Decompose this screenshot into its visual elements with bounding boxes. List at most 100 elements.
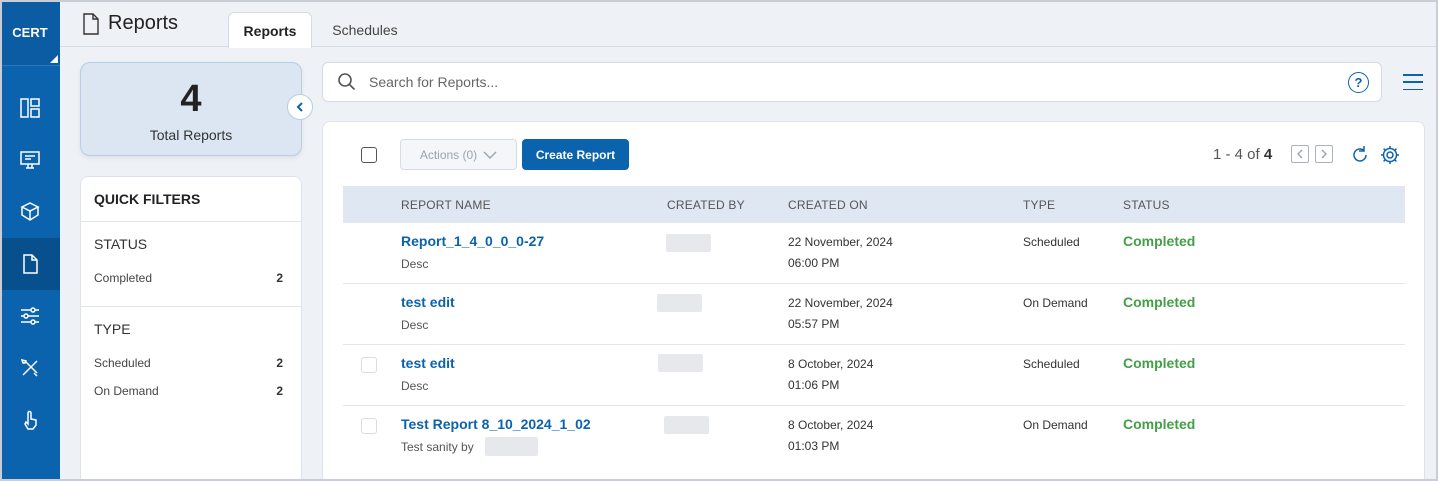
sliders-icon [21, 307, 39, 325]
select-all-checkbox[interactable] [361, 147, 377, 163]
page-title: Reports [82, 12, 178, 35]
created-by-redacted [664, 416, 709, 434]
actions-dropdown[interactable]: Actions (0) [400, 139, 517, 170]
column-header-status[interactable]: STATUS [1123, 198, 1170, 212]
gear-icon [1381, 146, 1399, 164]
filter-count: 2 [276, 356, 283, 370]
document-icon [83, 12, 99, 35]
status-badge: Completed [1123, 294, 1196, 310]
nav-monitor[interactable] [0, 134, 60, 186]
page-header: Reports Reports Schedules [60, 0, 1438, 48]
brand-switcher[interactable]: CERT [0, 0, 60, 66]
nav-reports[interactable] [0, 238, 60, 290]
status-badge: Completed [1123, 416, 1196, 432]
status-badge: Completed [1123, 355, 1196, 371]
table-header: REPORT NAME CREATED BY CREATED ON TYPE S… [343, 186, 1405, 223]
filter-label: On Demand [94, 384, 159, 398]
nav-dashboard[interactable] [0, 82, 60, 134]
settings-button[interactable] [1379, 144, 1401, 166]
column-header-created-on[interactable]: CREATED ON [788, 198, 868, 212]
filter-label: Completed [94, 271, 153, 285]
chevron-left-icon [296, 102, 303, 112]
report-name-link[interactable]: Test Report 8_10_2024_1_02 [401, 416, 591, 432]
search-icon [337, 72, 357, 92]
monitor-icon [20, 151, 40, 169]
column-header-created-by[interactable]: CREATED BY [667, 198, 745, 212]
refresh-button[interactable] [1349, 144, 1371, 166]
tab-reports[interactable]: Reports [228, 12, 312, 48]
created-by-redacted [658, 354, 703, 372]
hamburger-menu-icon[interactable] [1403, 74, 1423, 90]
tools-icon [20, 358, 38, 377]
chevron-right-icon [1321, 149, 1327, 159]
prev-page-button[interactable] [1291, 145, 1309, 163]
status-filter-section: STATUS Completed 2 [81, 222, 301, 307]
report-name-link[interactable]: test edit [401, 294, 455, 310]
brand-corner-indicator [50, 55, 58, 63]
quick-filters-panel: QUICK FILTERS STATUS Completed 2 TYPE Sc… [80, 176, 302, 481]
filter-on-demand[interactable]: On Demand 2 [94, 377, 288, 405]
table-row[interactable]: test edit Desc 8 October, 2024 01:06 PM … [343, 345, 1405, 406]
pagination-info: 1 - 4 of 4 [1213, 146, 1272, 163]
filter-count: 2 [276, 271, 283, 285]
total-reports-count: 4 [180, 78, 202, 120]
page-title-text: Reports [108, 12, 179, 34]
type-filter-section: TYPE Scheduled 2 On Demand 2 [81, 307, 301, 405]
create-report-button[interactable]: Create Report [522, 139, 629, 170]
nav-interact[interactable] [0, 394, 60, 446]
report-name-link[interactable]: test edit [401, 355, 455, 371]
report-type: Scheduled [1023, 357, 1080, 371]
filter-scheduled[interactable]: Scheduled 2 [94, 349, 288, 377]
report-type: On Demand [1023, 296, 1088, 310]
search-bar: ? [322, 62, 1382, 102]
report-type: Scheduled [1023, 235, 1080, 249]
tab-schedules[interactable]: Schedules [322, 12, 408, 47]
report-type: On Demand [1023, 418, 1088, 432]
report-description: Test sanity by [401, 440, 474, 454]
filter-count: 2 [276, 384, 283, 398]
created-on-date: 8 October, 2024 [788, 418, 874, 432]
created-on-time: 01:06 PM [788, 378, 840, 392]
reports-table-card: Actions (0) Create Report 1 - 4 of 4 REP… [322, 121, 1425, 481]
nav-settings[interactable] [0, 290, 60, 342]
table-row[interactable]: test edit Desc 22 November, 2024 05:57 P… [343, 284, 1405, 345]
filter-completed[interactable]: Completed 2 [94, 264, 288, 292]
next-page-button[interactable] [1315, 145, 1333, 163]
brand-label: CERT [12, 25, 48, 40]
search-input[interactable] [369, 74, 1329, 90]
refresh-icon [1353, 146, 1367, 162]
help-icon[interactable]: ? [1348, 72, 1369, 93]
created-on-date: 22 November, 2024 [788, 296, 893, 310]
table-row[interactable]: Test Report 8_10_2024_1_02 Test sanity b… [343, 406, 1405, 467]
report-name-link[interactable]: Report_1_4_0_0_0-27 [401, 233, 544, 249]
document-icon [23, 254, 38, 274]
status-badge: Completed [1123, 233, 1196, 249]
created-on-time: 01:03 PM [788, 439, 840, 453]
row-checkbox[interactable] [361, 357, 377, 373]
report-description: Desc [401, 379, 429, 393]
report-description: Desc [401, 257, 429, 271]
table-row[interactable]: Report_1_4_0_0_0-27 Desc 22 November, 20… [343, 223, 1405, 284]
created-on-date: 8 October, 2024 [788, 357, 874, 371]
quick-filters-title: QUICK FILTERS [81, 177, 301, 222]
created-on-time: 05:57 PM [788, 317, 840, 331]
collapse-panel-button[interactable] [287, 94, 313, 120]
created-by-redacted [666, 234, 711, 252]
pagination-total: 4 [1263, 146, 1273, 163]
filter-label: Scheduled [94, 356, 151, 370]
pagination-range: 1 - 4 of [1213, 146, 1260, 163]
dashboard-icon [20, 98, 40, 118]
nav-assets[interactable] [0, 186, 60, 238]
chevron-left-icon [1297, 149, 1303, 159]
hand-pointer-icon [24, 410, 37, 430]
column-header-type[interactable]: TYPE [1023, 198, 1055, 212]
column-header-report-name[interactable]: REPORT NAME [401, 198, 491, 212]
type-filter-heading: TYPE [94, 321, 131, 337]
actions-label: Actions (0) [419, 147, 478, 162]
nav-tools[interactable] [0, 342, 60, 394]
status-filter-heading: STATUS [94, 236, 148, 252]
description-redacted [485, 437, 538, 456]
row-checkbox[interactable] [361, 418, 377, 434]
created-on-time: 06:00 PM [788, 256, 840, 270]
total-reports-card: 4 Total Reports [80, 62, 302, 156]
